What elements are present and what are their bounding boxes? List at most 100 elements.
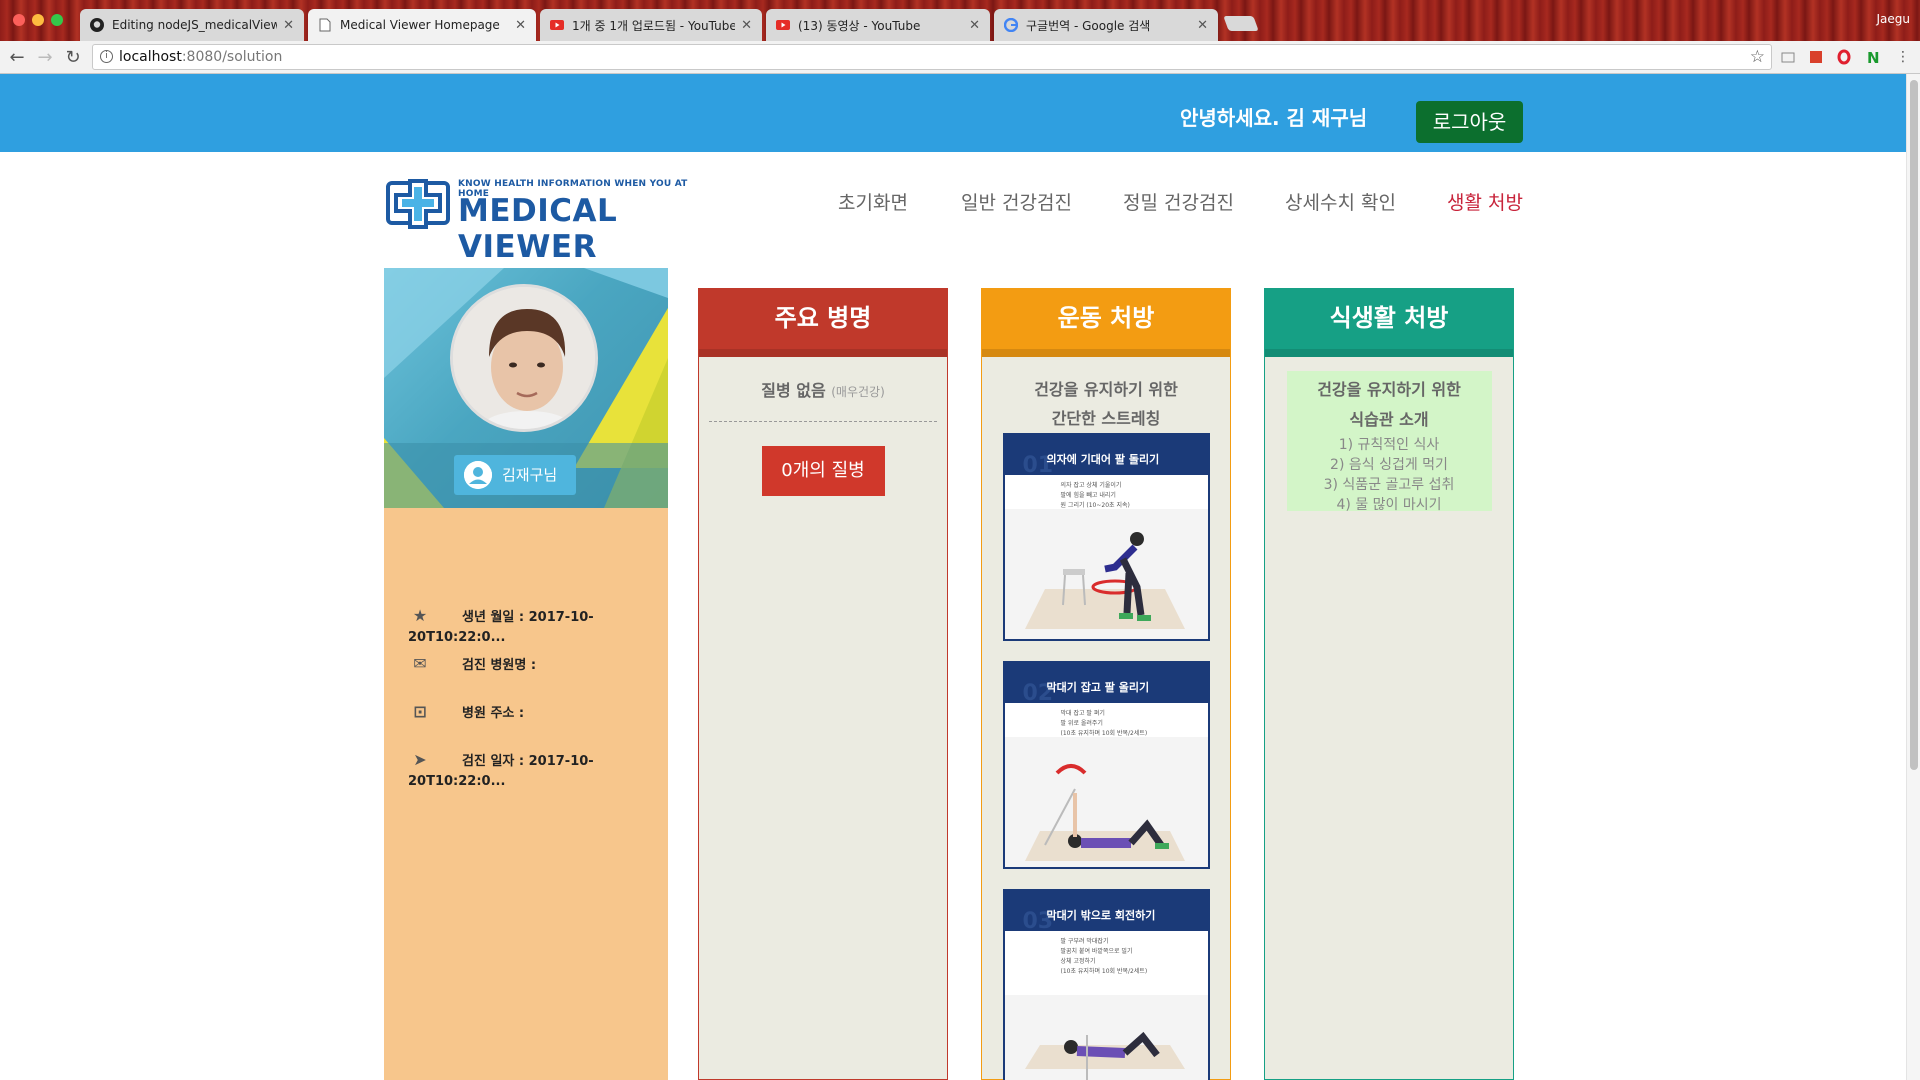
extension-cast-icon[interactable] [1780, 49, 1796, 65]
back-arrow-icon[interactable]: ← [6, 47, 28, 68]
info-text: 검진 일자 : 2017-10-20T10:22:0... [408, 754, 594, 789]
close-window-button[interactable] [13, 14, 25, 26]
logout-button[interactable]: 로그아웃 [1416, 101, 1523, 143]
exercise-step: 막대 잡고 팔 펴기 [1060, 710, 1105, 717]
greeting-text: 안녕하세요. 김 재구님 [1180, 106, 1368, 130]
github-icon [90, 18, 104, 32]
browser-tab[interactable]: 1개 중 1개 업로드됨 - YouTube ✕ [540, 9, 762, 41]
browser-tab[interactable]: (13) 동영상 - YouTube ✕ [766, 9, 990, 41]
exercise-card[interactable]: 02 막대기 잡고 팔 올리기 막대 잡고 팔 펴기 팔 위로 올려주기 (10… [1002, 661, 1210, 869]
avatar [450, 284, 598, 432]
close-tab-icon[interactable]: ✕ [283, 18, 294, 33]
panel-divider [699, 349, 947, 357]
exercise-card-title: 막대기 밖으로 회전하기 [1046, 909, 1156, 922]
exercise-card[interactable]: 01 의자에 기대어 팔 돌리기 의자 잡고 상체 기울이기 팔에 힘을 빼고 … [1002, 433, 1210, 641]
opera-icon[interactable] [1836, 49, 1852, 65]
exercise-step: 상체 고정하기 [1060, 958, 1096, 965]
new-tab-button[interactable] [1223, 16, 1259, 31]
diet-subtitle-line2: 식습관 소개 [1349, 410, 1429, 429]
info-icon[interactable]: i [100, 50, 113, 63]
exercise-step: 팔 위로 올려주기 [1060, 720, 1103, 727]
browser-tab-bar: Editing nodeJS_medicalViewer ✕ Medical V… [0, 0, 1920, 41]
diet-item: 1) 규칙적인 식사 [1338, 437, 1440, 453]
close-tab-icon[interactable]: ✕ [969, 18, 980, 33]
diet-item: 3) 식품군 골고루 섭취 [1323, 477, 1455, 493]
minimize-window-button[interactable] [32, 14, 44, 26]
exercise-card-header: 02 막대기 잡고 팔 올리기 [1004, 663, 1208, 706]
browser-profile-name[interactable]: Jaegu [1877, 12, 1911, 26]
exercise-card-header: 01 의자에 기대어 팔 돌리기 [1004, 435, 1208, 478]
no-disease-note: (매우건강) [831, 385, 885, 399]
page-viewport: 안녕하세요. 김 재구님 로그아웃 KNOW HEALTH INFORMATIO… [0, 74, 1906, 1080]
disease-count-button[interactable]: 0개의 질병 [761, 446, 885, 496]
info-row-checkup-date: ➤ 검진 일자 : 2017-10-20T10:22:0... [408, 750, 668, 789]
nav-home[interactable]: 초기화면 [838, 188, 908, 215]
bookmark-star-icon[interactable]: ☆ [1750, 45, 1765, 69]
reload-icon[interactable]: ↻ [62, 47, 84, 68]
address-bar[interactable]: i localhost:8080/solution ☆ [92, 44, 1772, 70]
exercise-panel-title: 운동 처방 [982, 289, 1230, 349]
diet-box: 건강을 유지하기 위한 식습관 소개 1) 규칙적인 식사 2) 음식 싱겁게 … [1286, 371, 1492, 513]
diet-item: 4) 물 많이 마시기 [1336, 497, 1442, 513]
user-icon [464, 461, 492, 489]
logo-name: MEDICAL VIEWER [458, 193, 618, 265]
profile-name: 김재구님 [502, 466, 558, 484]
exercise-panel: 운동 처방 건강을 유지하기 위한 간단한 스트레칭 01 의자에 기대어 팔 … [981, 288, 1231, 1080]
diet-panel: 식생활 처방 건강을 유지하기 위한 식습관 소개 1) 규칙적인 식사 2) … [1264, 288, 1514, 1080]
youtube-icon [776, 18, 790, 32]
nav-life-prescription[interactable]: 생활 처방 [1447, 188, 1523, 215]
site-logo[interactable]: KNOW HEALTH INFORMATION WHEN YOU AT HOME… [386, 173, 706, 265]
browser-menu-icon[interactable]: ⋮ [1896, 49, 1912, 65]
url-host: localhost [119, 49, 182, 65]
exercise-illustration [1004, 995, 1208, 1080]
info-row-hospital-address: ⊡ 병원 주소 : [408, 702, 524, 722]
profile-name-chip[interactable]: 김재구님 [454, 455, 576, 495]
top-band: 안녕하세요. 김 재구님 로그아웃 [0, 74, 1906, 152]
exercise-card[interactable]: 03 막대기 밖으로 회전하기 팔 구부려 막대잡기 팔꿈치 붙여 바깥쪽으로 … [1002, 889, 1210, 1080]
browser-tab[interactable]: Editing nodeJS_medicalViewer ✕ [80, 9, 304, 41]
exercise-card-title: 막대기 잡고 팔 올리기 [1046, 681, 1150, 694]
info-text: 생년 월일 : 2017-10-20T10:22:0... [408, 610, 594, 645]
exercise-subtitle-line1: 건강을 유지하기 위한 [1034, 380, 1178, 399]
diet-subtitle-line1: 건강을 유지하기 위한 [1317, 380, 1461, 399]
exercise-illustration [1004, 509, 1208, 639]
page-scrollbar[interactable] [1906, 74, 1920, 1080]
maximize-window-button[interactable] [51, 14, 63, 26]
nav-general-checkup[interactable]: 일반 건강검진 [961, 188, 1072, 215]
extension-n-icon[interactable]: N [1864, 49, 1880, 67]
info-text: 검진 병원명 : [462, 658, 537, 673]
nav-detail-values[interactable]: 상세수치 확인 [1285, 188, 1396, 215]
browser-tab[interactable]: 구글번역 - Google 검색 ✕ [994, 9, 1218, 41]
exercise-card-header: 03 막대기 밖으로 회전하기 [1004, 891, 1208, 934]
tab-title: Editing nodeJS_medicalViewer [112, 18, 278, 32]
exercise-steps: 막대 잡고 팔 펴기 팔 위로 올려주기 (10초 유지하며 10회 반복/2세… [1005, 703, 1208, 739]
exercise-subtitle-line2: 간단한 스트레칭 [1051, 409, 1161, 428]
page-icon [318, 18, 332, 32]
svg-text:N: N [1867, 49, 1880, 65]
close-tab-icon[interactable]: ✕ [515, 18, 526, 33]
envelope-icon: ✉ [413, 654, 427, 673]
browser-tab-active[interactable]: Medical Viewer Homepage ✕ [308, 9, 536, 41]
panel-divider [982, 349, 1230, 357]
forward-arrow-icon[interactable]: → [34, 47, 56, 68]
exercise-step: 팔 구부려 막대잡기 [1060, 938, 1109, 945]
diet-panel-title: 식생활 처방 [1265, 289, 1513, 349]
url-path: :8080/solution [181, 49, 283, 65]
no-disease-label: 질병 없음 [761, 381, 826, 400]
tab-title: 1개 중 1개 업로드됨 - YouTube [572, 18, 736, 33]
youtube-icon [550, 18, 564, 32]
scrollbar-thumb[interactable] [1910, 80, 1918, 770]
close-tab-icon[interactable]: ✕ [741, 18, 752, 33]
no-disease-text: 질병 없음 (매우건강) [699, 377, 947, 401]
close-tab-icon[interactable]: ✕ [1197, 18, 1208, 33]
diet-item: 2) 음식 싱겁게 먹기 [1330, 457, 1448, 473]
extension-red-icon[interactable] [1808, 49, 1824, 65]
nav-detailed-checkup[interactable]: 정밀 건강검진 [1123, 188, 1234, 215]
exercise-steps: 의자 잡고 상체 기울이기 팔에 힘을 빼고 내리기 원 그리기 (10~20초… [1005, 475, 1208, 511]
tab-title: Medical Viewer Homepage [340, 18, 500, 32]
exercise-subtitle: 건강을 유지하기 위한 간단한 스트레칭 [982, 375, 1230, 433]
inbox-icon: ⊡ [413, 702, 427, 721]
dashed-divider [709, 421, 937, 422]
exercise-illustration [1004, 737, 1208, 867]
send-icon: ➤ [413, 750, 427, 769]
